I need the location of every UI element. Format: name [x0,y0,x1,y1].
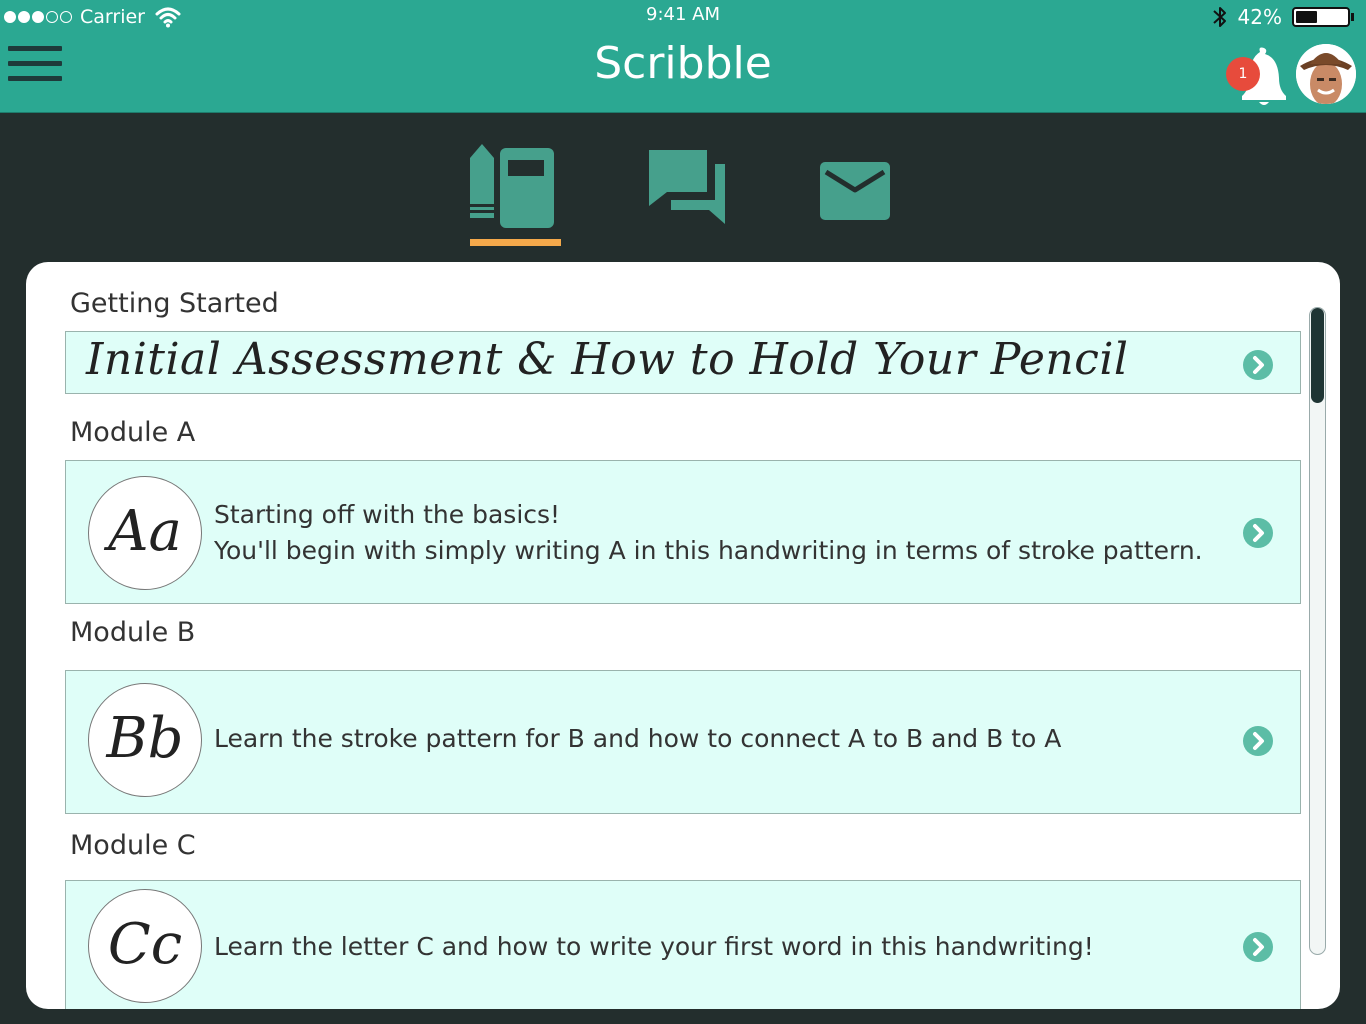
tab-mail[interactable] [818,140,892,224]
module-description-c: Learn the letter C and how to write your… [214,932,1094,961]
module-description-b: Learn the stroke pattern for B and how t… [214,724,1062,753]
module-row-a[interactable]: Aa Starting off with the basics! You'll … [65,460,1301,604]
lesson-row-initial-assessment[interactable]: Initial Assessment & How to Hold Your Pe… [65,331,1301,394]
chevron-right-icon[interactable] [1242,725,1274,757]
section-label-getting-started: Getting Started [70,288,279,319]
module-description-a: Starting off with the basics! You'll beg… [214,497,1203,569]
chevron-right-icon[interactable] [1242,517,1274,549]
module-badge-a: Aa [88,476,202,590]
section-label-module-b: Module B [70,617,196,648]
battery-percent: 42% [1237,5,1282,29]
status-bar-right: 42% [1212,5,1354,29]
lesson-title: Initial Assessment & How to Hold Your Pe… [86,334,1129,385]
tab-chat[interactable] [645,140,729,228]
module-row-c[interactable]: Cc Learn the letter C and how to write y… [65,880,1301,1009]
module-badge-b: Bb [88,683,202,797]
scrollbar-track[interactable] [1309,307,1326,955]
envelope-icon [820,162,890,220]
status-time: 9:41 AM [646,4,720,25]
tab-courses[interactable] [470,140,556,232]
course-list-panel: Getting Started Initial Assessment & How… [26,262,1340,1009]
active-tab-indicator [470,239,561,246]
module-description-line: Starting off with the basics! [214,500,561,529]
app-header: Carrier 9:41 AM 42% Scribble 1 [0,0,1366,113]
module-badge-c: Cc [88,889,202,1003]
notebook-pencil-icon [470,144,554,228]
bluetooth-icon [1212,7,1226,27]
user-photo [1296,44,1356,104]
chevron-right-icon[interactable] [1242,349,1274,381]
chat-bubbles-icon [649,150,725,224]
module-description-line: You'll begin with simply writing A in th… [214,536,1203,565]
scrollbar-thumb[interactable] [1311,308,1324,403]
avatar[interactable] [1296,44,1356,104]
section-label-module-a: Module A [70,417,196,448]
battery-icon [1292,7,1354,27]
app-title: Scribble [594,38,772,89]
chevron-right-icon[interactable] [1242,931,1274,963]
section-label-module-c: Module C [70,830,196,861]
module-row-b[interactable]: Bb Learn the stroke pattern for B and ho… [65,670,1301,814]
notification-badge: 1 [1226,57,1260,91]
